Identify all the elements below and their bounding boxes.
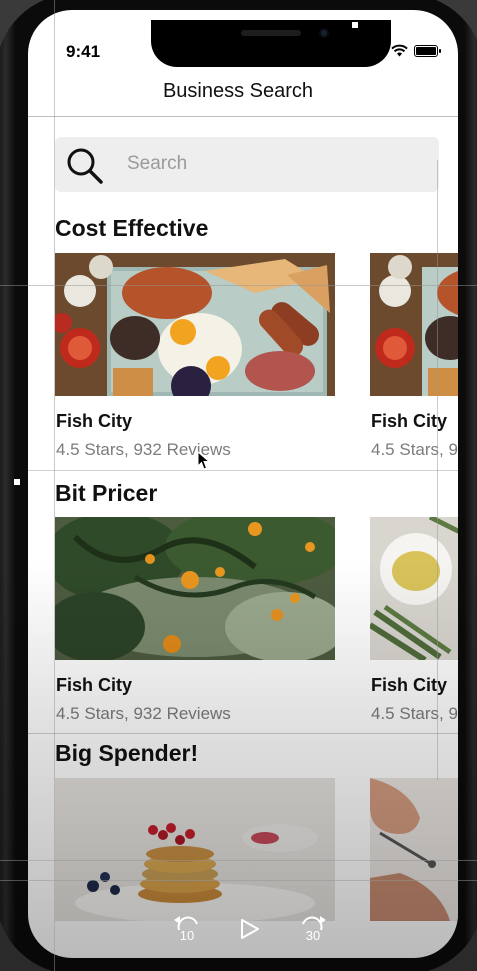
orange-tree-photo [55,517,335,660]
header-divider [28,116,458,117]
selection-handle[interactable] [14,479,20,485]
wifi-icon [391,44,408,57]
business-card[interactable] [370,778,458,921]
row-divider [28,733,458,734]
dining-hands-photo [370,778,458,921]
app-screen: 9:41 Business Search Cost Effective [28,10,458,958]
business-rating: 4.5 Stars, 932 Reviews [56,704,231,723]
breakfast-photo [370,253,458,396]
business-name: Fish City [371,675,448,695]
status-time: 9:41 [66,42,101,61]
business-name: Fish City [56,675,133,695]
business-card[interactable]: Fish City 4.5 Stars, 932 Reviews [370,253,458,459]
page-title: Business Search [162,80,314,102]
section-title-big-spender: Big Spender! [55,740,199,766]
section-title-cost-effective: Cost Effective [55,215,209,241]
business-card[interactable] [55,778,335,921]
play-button[interactable] [238,912,272,946]
search-icon [67,148,103,184]
battery-icon [414,44,441,57]
pancakes-photo [55,778,335,921]
business-rating: 4.5 Stars, 932 Reviews [371,440,458,459]
business-card[interactable]: Fish City 4.5 Stars, 932 Reviews [55,517,335,723]
business-card[interactable]: Fish City 4.5 Stars, 932 Reviews [370,517,458,723]
section-title-bit-pricer: Bit Pricer [55,480,158,506]
selection-handle[interactable] [352,22,358,28]
forward-label: 30 [305,928,321,943]
pasta-asparagus-photo [370,517,458,660]
rewind-label: 10 [179,928,195,943]
business-rating: 4.5 Stars, 932 Reviews [371,704,458,723]
business-card[interactable]: Fish City 4.5 Stars, 932 Reviews [55,253,335,459]
search-input[interactable] [127,149,417,179]
search-bar[interactable] [55,137,439,192]
business-name: Fish City [56,411,133,431]
speaker [241,30,301,36]
rewind-10-button[interactable]: 10 [170,912,204,946]
cursor-icon [197,450,211,476]
row-divider [28,470,458,471]
front-camera [319,28,329,38]
business-name: Fish City [371,411,448,431]
forward-30-button[interactable]: 30 [296,912,330,946]
breakfast-photo [55,253,335,396]
video-player-controls: 10 30 [170,912,330,952]
play-icon [241,919,259,939]
